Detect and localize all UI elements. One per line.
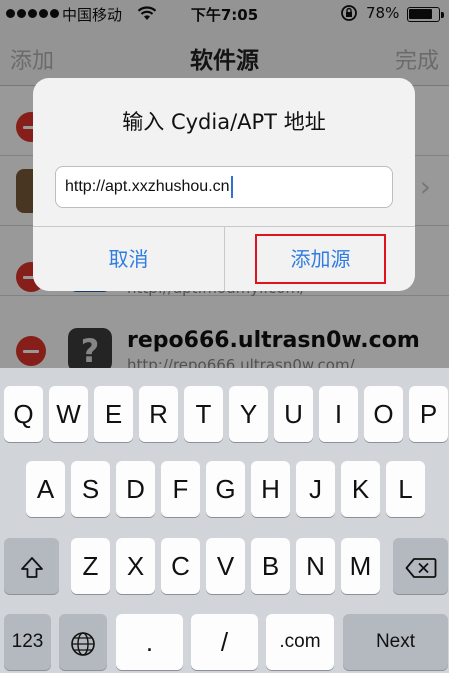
key-i[interactable]: I [319,386,358,442]
add-source-dialog: 输入 Cydia/APT 地址 http://apt.xxzhushou.cn … [33,78,415,291]
key-t[interactable]: T [184,386,223,442]
key-h[interactable]: H [251,461,290,517]
globe-key[interactable] [59,614,107,670]
key-g[interactable]: G [206,461,245,517]
key-n[interactable]: N [296,538,335,594]
key-b[interactable]: B [251,538,290,594]
key-k[interactable]: K [341,461,380,517]
key-j[interactable]: J [296,461,335,517]
key-l[interactable]: L [386,461,425,517]
key-q[interactable]: Q [4,386,43,442]
globe-icon [71,632,95,656]
key-d[interactable]: D [116,461,155,517]
shift-key[interactable] [4,538,59,594]
dot-key[interactable]: . [116,614,183,670]
key-s[interactable]: S [71,461,110,517]
next-key[interactable]: Next [343,614,448,670]
keyboard: Q W E R T Y U I O P A S D F G H J K L Z … [0,368,449,673]
shift-icon [20,557,43,579]
key-r[interactable]: R [139,386,178,442]
dialog-title: 输入 Cydia/APT 地址 [122,110,326,134]
key-f[interactable]: F [161,461,200,517]
key-p[interactable]: P [409,386,448,442]
backspace-icon [405,558,436,579]
key-z[interactable]: Z [71,538,110,594]
key-u[interactable]: U [274,386,313,442]
key-v[interactable]: V [206,538,245,594]
add-source-highlight [255,234,386,284]
key-e[interactable]: E [94,386,133,442]
cancel-button[interactable]: 取消 [33,227,224,291]
source-url-input[interactable]: http://apt.xxzhushou.cn [55,166,393,208]
key-x[interactable]: X [116,538,155,594]
key-o[interactable]: O [364,386,403,442]
dotcom-key[interactable]: .com [266,614,334,670]
key-y[interactable]: Y [229,386,268,442]
numbers-key[interactable]: 123 [4,614,51,670]
key-w[interactable]: W [49,386,88,442]
text-caret [230,175,233,198]
backspace-key[interactable] [393,538,448,594]
key-c[interactable]: C [161,538,200,594]
slash-key[interactable]: / [191,614,258,670]
key-a[interactable]: A [26,461,65,517]
input-value: http://apt.xxzhushou.cn [65,178,230,195]
key-m[interactable]: M [341,538,380,594]
